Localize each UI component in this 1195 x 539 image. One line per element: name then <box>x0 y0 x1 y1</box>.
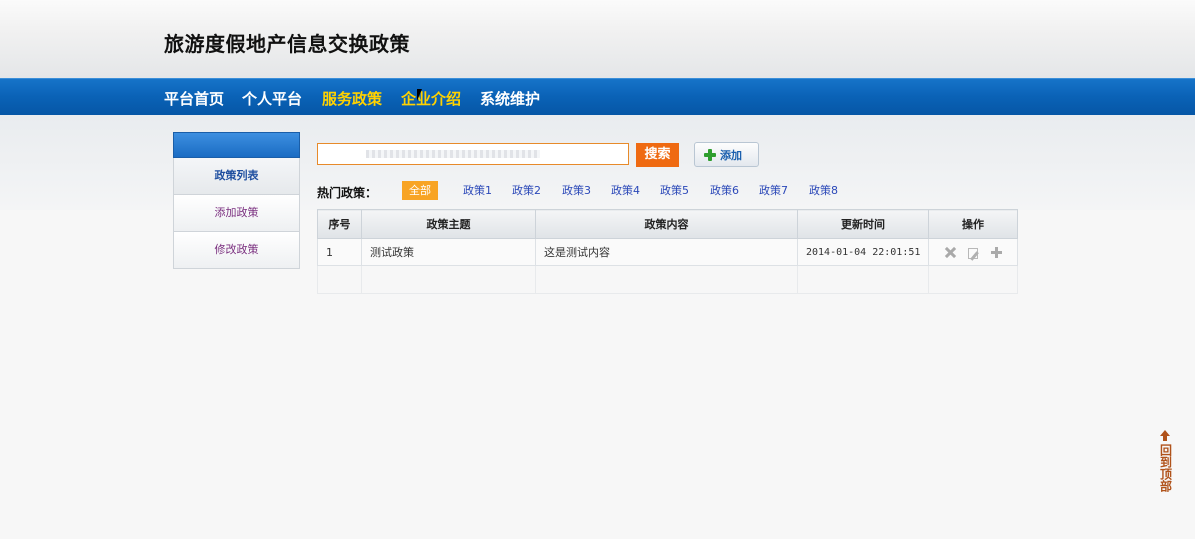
row-topic: 测试政策 <box>361 238 536 266</box>
hot-tag[interactable]: 政策5 <box>660 181 689 200</box>
row-time: 2014-01-04 22:01:51 <box>797 238 929 266</box>
back-to-top-button[interactable]: 回到顶部 <box>1155 430 1175 492</box>
column-header: 政策主题 <box>361 209 536 239</box>
search-button[interactable]: 搜索 <box>636 143 679 167</box>
column-header: 操作 <box>928 209 1018 239</box>
nav-item-system[interactable]: 系统维护 <box>480 88 540 109</box>
row-number: 1 <box>317 238 362 266</box>
sidebar-header <box>173 132 300 158</box>
sidebar-item-add-policy[interactable]: 添加政策 <box>173 195 300 232</box>
main-nav: 平台首页 个人平台 服务政策 企业介绍 系统维护 <box>0 78 1195 116</box>
hot-tag[interactable]: 政策6 <box>710 181 739 200</box>
sidebar-item-edit-policy[interactable]: 修改政策 <box>173 232 300 269</box>
nav-item-personal[interactable]: 个人平台 <box>242 88 302 109</box>
table-header-row: 序号 政策主题 政策内容 更新时间 操作 <box>317 209 1018 239</box>
empty-cell <box>535 265 798 294</box>
empty-cell <box>797 265 929 294</box>
hot-tag[interactable]: 政策4 <box>611 181 640 200</box>
arrow-up-icon <box>1160 430 1170 441</box>
mouse-cursor-icon <box>417 89 422 101</box>
nav-item-service-policy[interactable]: 服务政策 <box>322 88 382 109</box>
sidebar: 政策列表 添加政策 修改政策 <box>173 132 300 269</box>
table-row: 1 测试政策 这是测试内容 2014-01-04 22:01:51 <box>317 238 1018 266</box>
hot-tag[interactable]: 政策7 <box>759 181 788 200</box>
hot-tag[interactable]: 政策1 <box>463 181 492 200</box>
nav-item-home[interactable]: 平台首页 <box>164 88 224 109</box>
row-actions <box>928 238 1018 266</box>
policy-table: 序号 政策主题 政策内容 更新时间 操作 1 测试政策 这是测试内容 2014-… <box>317 209 1018 294</box>
row-content: 这是测试内容 <box>535 238 798 266</box>
column-header: 更新时间 <box>797 209 929 239</box>
empty-cell <box>361 265 536 294</box>
back-to-top-label: 回到顶部 <box>1158 444 1173 492</box>
column-header: 政策内容 <box>535 209 798 239</box>
table-row-empty <box>317 265 1018 294</box>
empty-cell <box>317 265 362 294</box>
delete-icon[interactable] <box>944 246 957 259</box>
hot-tag[interactable]: 政策8 <box>809 181 838 200</box>
add-button[interactable]: 添加 <box>694 142 759 167</box>
plus-icon <box>704 148 716 161</box>
hot-tag[interactable]: 政策2 <box>512 181 541 200</box>
add-icon[interactable] <box>990 246 1003 259</box>
edit-icon[interactable] <box>967 246 980 259</box>
hot-policies-label: 热门政策： <box>317 186 378 200</box>
sidebar-item-policy-list[interactable]: 政策列表 <box>173 158 300 195</box>
hot-tag[interactable]: 政策3 <box>562 181 591 200</box>
empty-cell <box>928 265 1018 294</box>
site-title: 旅游度假地产信息交换政策 <box>164 32 410 56</box>
add-button-label: 添加 <box>720 148 742 162</box>
column-header: 序号 <box>317 209 362 239</box>
hot-tag-all[interactable]: 全部 <box>402 181 438 200</box>
nav-item-company[interactable]: 企业介绍 <box>401 88 461 109</box>
search-input-obscured-text <box>366 150 540 158</box>
